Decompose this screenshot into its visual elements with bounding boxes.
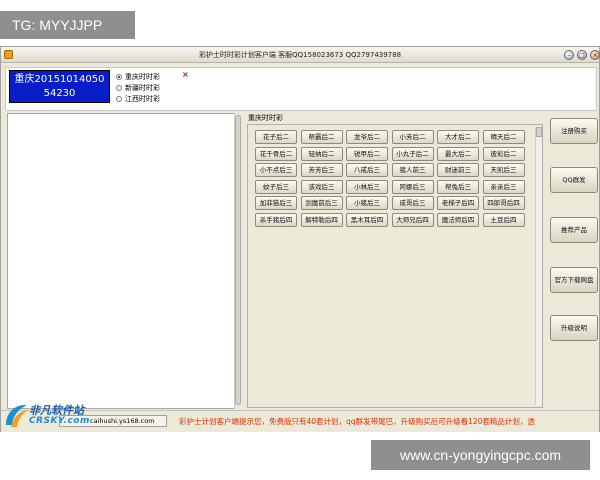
notice-ticker: 彩护士计划客户端提示您，免费版只有40套计划，qq群发带尾巴，升级购买后可升级看… xyxy=(179,417,535,426)
radio-label: 新疆时时彩 xyxy=(125,83,160,92)
top-panel: 重庆20151014050 54230 重庆时时彩 新疆时时彩 江西时时彩 × xyxy=(5,67,597,111)
register-buy-button[interactable]: 注册购买 xyxy=(550,118,598,144)
plan-button[interactable]: 锐甲后二 xyxy=(346,146,388,161)
radio-icon xyxy=(116,84,122,91)
plan-button[interactable]: 解特勒后四 xyxy=(300,213,343,227)
radio-label: 重庆时时彩 xyxy=(125,72,160,81)
plan-button[interactable]: 花千骨后二 xyxy=(255,146,297,161)
close-icon[interactable]: × xyxy=(182,70,189,79)
app-window: 彩护士时时彩计划客户端 客服QQ158023673 QQ2797439788 –… xyxy=(0,46,600,432)
plan-button[interactable]: 猪人前三 xyxy=(391,163,434,178)
tg-badge: TG: MYYJJPP xyxy=(0,11,135,39)
plan-button[interactable]: 芳芳后三 xyxy=(300,163,343,178)
plan-button[interactable]: 小不点后三 xyxy=(255,163,297,178)
plan-button-group: 花子后二 帮霸后二 龙爷后二 小芳后二 大才后二 晴天后二花千骨后二 轻纳后二 锐甲后二 小丸子… xyxy=(247,124,543,408)
minimize-button[interactable]: – xyxy=(564,50,574,60)
radio-jiangxi[interactable]: 江西时时彩 xyxy=(116,93,176,104)
logo-subtext: CRSKY.com xyxy=(29,416,90,426)
maximize-button[interactable]: □ xyxy=(577,50,587,60)
plan-group-label: 重庆时时彩 xyxy=(248,114,283,122)
plan-button[interactable]: 该戏后三 xyxy=(300,179,343,194)
plan-button[interactable]: 加菲猫后三 xyxy=(255,196,297,211)
plan-button[interactable]: 轻纳后二 xyxy=(300,146,343,161)
plan-button[interactable]: 小芳后二 xyxy=(391,130,434,144)
site-logo: 非凡软件站 CRSKY.com xyxy=(3,399,93,431)
plan-button[interactable]: 黑木耳后四 xyxy=(346,213,388,227)
plan-button[interactable]: 四郎哥后四 xyxy=(482,196,525,211)
watermark-badge: www.cn-yongyingcpc.com xyxy=(371,440,590,470)
current-draw-display: 重庆20151014050 54230 xyxy=(9,70,110,103)
scrollbar-thumb[interactable] xyxy=(536,127,542,137)
output-scrollbar[interactable] xyxy=(234,113,241,409)
recommend-products-button[interactable]: 推荐产品 xyxy=(550,217,598,243)
radio-label: 江西时时彩 xyxy=(125,94,160,103)
radio-xinjiang[interactable]: 新疆时时彩 xyxy=(116,82,176,93)
radio-selected-icon xyxy=(116,73,122,80)
title-bar: 彩护士时时彩计划客户端 客服QQ158023673 QQ2797439788 –… xyxy=(1,47,600,63)
plan-button[interactable]: 花子后二 xyxy=(255,130,297,144)
plan-button[interactable]: 亲亲后三 xyxy=(482,179,525,194)
window-title: 彩护士时时彩计划客户端 客服QQ158023673 QQ2797439788 xyxy=(198,51,402,59)
official-download-button[interactable]: 官方下载网盘 xyxy=(550,267,598,293)
plan-button[interactable]: 魔法师后四 xyxy=(437,213,479,227)
plan-button[interactable]: 龙爷后二 xyxy=(346,130,388,144)
plan-button[interactable]: 天凯后三 xyxy=(482,163,525,178)
plan-button[interactable]: 最大后二 xyxy=(437,146,479,161)
plan-button[interactable]: 阿娜后三 xyxy=(391,179,434,194)
scrollbar-thumb[interactable] xyxy=(235,115,241,405)
logo-swoosh-icon xyxy=(6,404,28,427)
plan-button[interactable]: 晴天后二 xyxy=(482,130,525,144)
output-text-area[interactable] xyxy=(7,113,239,409)
plan-button[interactable]: 小猪后三 xyxy=(346,196,388,211)
plan-button[interactable]: 杀手猪后四 xyxy=(255,213,297,227)
plan-scrollbar[interactable] xyxy=(535,127,542,405)
plan-button[interactable]: 财迷前三 xyxy=(437,163,479,178)
qq-broadcast-button[interactable]: QQ群发 xyxy=(550,167,598,193)
region-radio-group: 重庆时时彩 新疆时时彩 江西时时彩 xyxy=(116,71,176,104)
plan-button[interactable]: 小丸子后二 xyxy=(391,146,434,161)
plan-button[interactable]: 小林后三 xyxy=(346,179,388,194)
plan-button[interactable]: 老梯子后四 xyxy=(437,196,479,211)
plan-button[interactable]: 大才后二 xyxy=(437,130,479,144)
plan-button[interactable]: 成哥后三 xyxy=(391,196,434,211)
draw-line-1: 重庆20151014050 xyxy=(14,74,105,85)
upgrade-info-button[interactable]: 升级说明 xyxy=(550,315,598,341)
radio-chongqing[interactable]: 重庆时时彩 xyxy=(116,71,176,82)
plan-button[interactable]: 土豆后四 xyxy=(482,213,525,227)
draw-line-2: 54230 xyxy=(43,88,76,99)
plan-button[interactable]: 帮兔后三 xyxy=(437,179,479,194)
plan-button[interactable]: 彼彩后二 xyxy=(482,146,525,161)
plan-button[interactable]: 剑魔前后三 xyxy=(300,196,343,211)
plan-button[interactable]: 蚊子后三 xyxy=(255,179,297,194)
plan-button[interactable]: 帮霸后二 xyxy=(300,130,343,144)
close-window-button[interactable]: × xyxy=(590,50,600,60)
plan-button[interactable]: 八戒后三 xyxy=(346,163,388,178)
radio-icon xyxy=(116,95,122,102)
plan-button[interactable]: 大师兄后四 xyxy=(391,213,434,227)
